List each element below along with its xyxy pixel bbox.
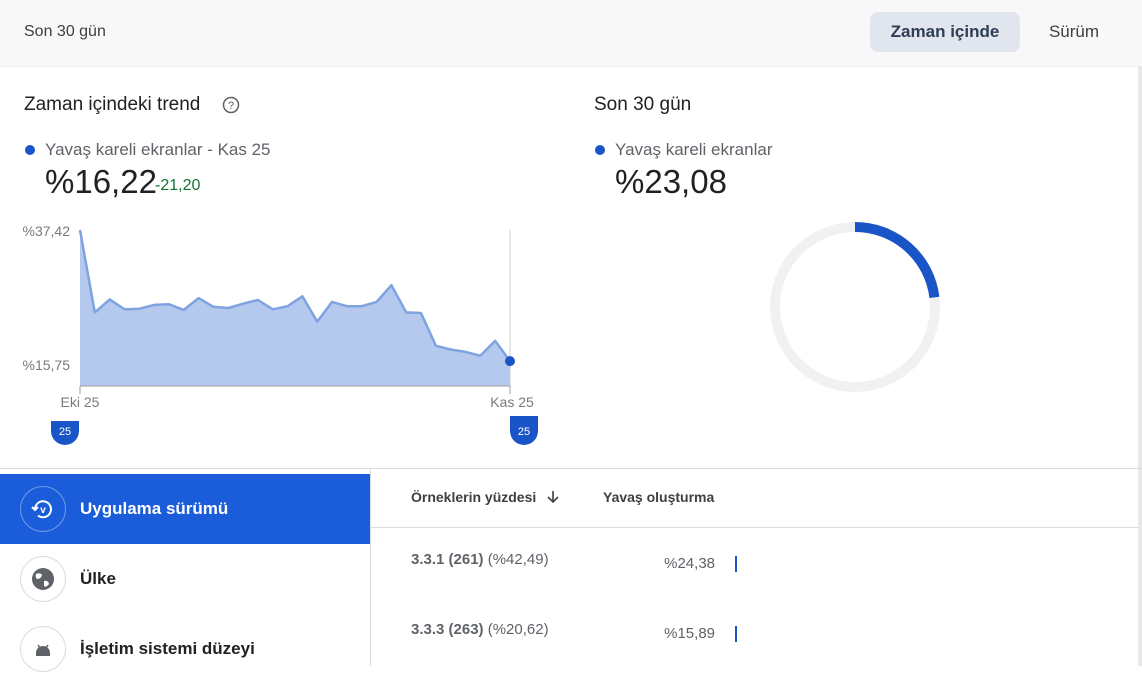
y-tick-top: %37,42	[23, 223, 71, 239]
row-version-label: 3.3.1 (261)	[411, 551, 484, 568]
breakdown-table: Örneklerin yüzdesi Yavaş oluşturma 3.3.1…	[370, 469, 1139, 666]
trend-legend-label: Yavaş kareli ekranlar - Kas 25	[45, 140, 271, 160]
sidebar-item-app-version[interactable]: v Uygulama sürümü	[0, 474, 370, 544]
sidebar-item-os-level[interactable]: İşletim sistemi düzeyi	[0, 614, 370, 684]
sidebar-item-country[interactable]: Ülke	[0, 544, 370, 614]
tab-over-time[interactable]: Zaman içinde	[870, 12, 1020, 52]
row-value: %15,89	[601, 625, 715, 642]
svg-text:v: v	[40, 505, 46, 516]
x-tick-end: Kas 25	[490, 394, 534, 410]
help-icon[interactable]: ?	[222, 96, 240, 114]
android-icon	[20, 626, 66, 672]
trend-title: Zaman içindeki trend	[24, 94, 200, 116]
sidebar-item-label: İşletim sistemi düzeyi	[80, 639, 255, 659]
range-handle-start-label: 25	[59, 426, 71, 438]
svg-text:?: ?	[228, 100, 234, 112]
top-bar: Son 30 gün Zaman içinde Sürüm	[0, 0, 1142, 67]
trend-chart: %37,42 %15,75 Eki 25 Kas 25 25 25	[0, 210, 560, 450]
range-handle-end-label: 25	[518, 426, 530, 438]
row-version: 3.3.1 (261) (%42,49)	[411, 551, 549, 568]
range-handle-end[interactable]: 25	[510, 416, 538, 445]
row-version-percent: (%20,62)	[488, 621, 549, 638]
y-tick-mid: %15,75	[23, 357, 71, 373]
column-header-slow-rendering[interactable]: Yavaş oluşturma	[603, 489, 714, 505]
summary-title: Son 30 gün	[594, 94, 691, 116]
version-history-icon: v	[20, 486, 66, 532]
series-point-current	[505, 356, 515, 366]
trend-value: %16,22	[45, 163, 157, 201]
summary-value: %23,08	[615, 163, 727, 201]
row-value-bar	[735, 556, 737, 572]
column-header-sample-percent[interactable]: Örneklerin yüzdesi	[411, 489, 560, 505]
sort-arrow-down-icon	[546, 490, 560, 504]
row-version: 3.3.3 (263) (%20,62)	[411, 621, 549, 638]
sidebar-item-label: Ülke	[80, 569, 116, 589]
legend-dot	[25, 145, 35, 155]
x-tick-start: Eki 25	[61, 394, 100, 410]
range-handle-start[interactable]: 25	[51, 421, 79, 445]
trend-delta: -21,20	[155, 177, 200, 195]
donut-arc	[855, 227, 934, 297]
globe-icon	[20, 556, 66, 602]
column-header-label: Örneklerin yüzdesi	[411, 489, 536, 505]
summary-legend-dot	[595, 145, 605, 155]
row-value: %24,38	[601, 555, 715, 572]
tab-version[interactable]: Sürüm	[1030, 12, 1118, 52]
range-label: Son 30 gün	[24, 23, 106, 41]
row-version-percent: (%42,49)	[488, 551, 549, 568]
summary-legend-label: Yavaş kareli ekranlar	[615, 140, 772, 160]
row-value-bar	[735, 626, 737, 642]
donut-chart	[760, 212, 950, 402]
table-header-divider	[371, 527, 1139, 528]
sidebar-item-label: Uygulama sürümü	[80, 499, 228, 519]
row-version-label: 3.3.3 (263)	[411, 621, 484, 638]
